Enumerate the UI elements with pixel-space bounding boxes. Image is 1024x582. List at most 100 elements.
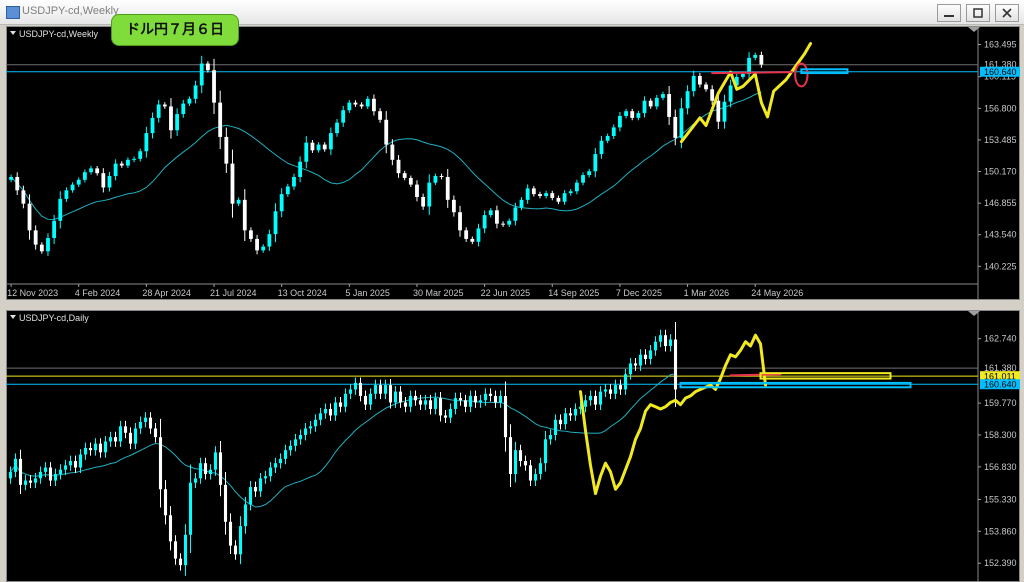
candle-body (288, 445, 293, 451)
candle-body (642, 100, 647, 114)
candle-body (98, 443, 103, 453)
candle-body (470, 238, 475, 242)
candle-body (423, 400, 428, 405)
symbol-dropdown-icon (10, 315, 16, 319)
candle-body (313, 419, 318, 427)
candle-body (574, 182, 579, 192)
candle-body (107, 176, 112, 188)
x-tick-label: 4 Feb 2024 (75, 288, 121, 298)
candle-body (278, 458, 283, 464)
x-tick-label: 24 May 2026 (751, 288, 803, 298)
candle-body (648, 100, 653, 107)
candle-body (633, 363, 638, 366)
candle-body (163, 489, 168, 516)
candle-body (583, 400, 588, 407)
candle-body (438, 398, 443, 416)
candle-body (759, 54, 764, 65)
chart-title: USDJPY-cd,Weekly (19, 29, 99, 39)
candle-body (181, 103, 186, 115)
y-tick-label: 153.485 (984, 135, 1017, 145)
candle-body (628, 363, 633, 375)
price-level-label: 160.640 (984, 67, 1017, 77)
y-tick-label: 146.855 (984, 198, 1017, 208)
candle-body (710, 89, 715, 101)
candle-body (238, 526, 243, 555)
candle-body (248, 487, 253, 505)
candle-body (308, 426, 313, 429)
candle-body (453, 398, 458, 409)
candle-body (76, 179, 81, 185)
candle-body (173, 541, 178, 559)
candle-body (448, 408, 453, 418)
candle-body (636, 113, 641, 118)
candle-body (722, 101, 727, 122)
candle-body (93, 443, 98, 451)
candle-body (193, 85, 198, 99)
candle-body (558, 419, 563, 425)
candle-body (396, 159, 401, 174)
candle-body (388, 385, 393, 403)
candle-body (33, 478, 38, 483)
candle-body (482, 215, 487, 229)
candle-body (568, 191, 573, 194)
x-tick-label: 12 Nov 2023 (7, 288, 58, 298)
symbol-dropdown-icon (10, 31, 16, 35)
weekly-chart-pane[interactable]: USDJPY-cd,Weekly 163.495 160.115 156.800 153… (6, 26, 1020, 300)
candle-body (728, 85, 733, 102)
candle-body (451, 199, 456, 213)
candle-body (48, 467, 53, 481)
candle-body (531, 188, 536, 195)
candle-body (363, 395, 368, 405)
candle-body (133, 428, 138, 444)
candle-body (753, 54, 758, 58)
candle-body (13, 458, 18, 472)
restore-button[interactable] (966, 4, 990, 22)
candle-body (46, 237, 50, 252)
candle-body (263, 476, 268, 479)
candle-body (304, 142, 309, 162)
candle-body (611, 127, 616, 136)
yellow-trend-line (679, 42, 813, 144)
candle-body (365, 98, 370, 107)
daily-chart-pane[interactable]: USDJPY-cd,Daily 162.740 159.770 158.300 156.… (6, 310, 1020, 582)
candle-body (178, 558, 183, 566)
chart-title: USDJPY-cd,Daily (19, 313, 89, 323)
candle-body (587, 171, 592, 176)
candle-body (408, 177, 413, 185)
candle-body (508, 437, 513, 475)
candle-body (303, 428, 308, 435)
candle-body (328, 408, 333, 416)
daily-chart[interactable]: USDJPY-cd,Daily 162.740 159.770 158.300 156.… (6, 310, 1020, 582)
candle-body (668, 339, 673, 347)
candle-body (341, 110, 346, 123)
candle-body (358, 382, 363, 396)
candle-body (488, 210, 493, 216)
y-tick-label: 152.390 (984, 558, 1017, 568)
highlight-ellipse (794, 62, 809, 88)
candle-body (119, 163, 124, 166)
candle-body (323, 408, 328, 414)
close-button[interactable] (995, 4, 1019, 22)
candle-body (548, 434, 553, 440)
candle-body (691, 75, 696, 92)
chart-border (6, 310, 1020, 582)
candle-body (89, 168, 93, 173)
y-tick-label: 153.860 (984, 526, 1017, 536)
pane-separator[interactable] (0, 300, 1024, 310)
weekly-chart[interactable]: USDJPY-cd,Weekly163.495160.115156.800153… (6, 26, 1020, 300)
candle-body (348, 389, 353, 394)
candle-body (218, 102, 223, 137)
candle-body (373, 385, 378, 394)
candle-body (418, 400, 423, 405)
minimize-button[interactable] (937, 4, 961, 22)
candle-body (398, 391, 403, 403)
candle-body (8, 471, 13, 479)
minimize-icon (944, 15, 954, 17)
candle-body (593, 395, 598, 405)
candle-body (347, 102, 352, 111)
candle-body (224, 136, 229, 164)
candle-body (335, 122, 339, 134)
candle-body (478, 400, 483, 403)
candle-body (624, 111, 628, 116)
candle-body (513, 450, 518, 475)
